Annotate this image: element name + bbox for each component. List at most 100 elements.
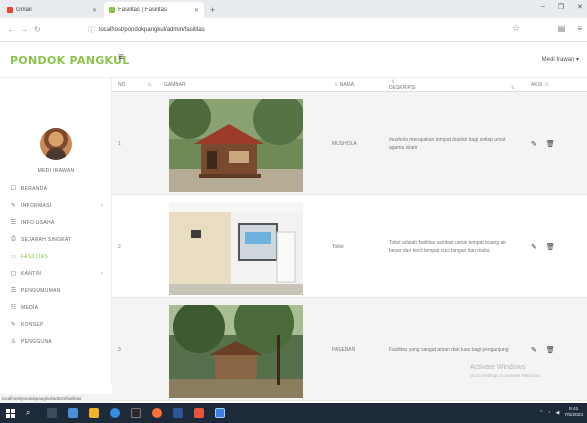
description-cell: Fasilitas yang sangat aman dan luas bagi… xyxy=(389,298,519,401)
sidebar-item-label: BERANDA xyxy=(21,185,48,192)
user-menu[interactable]: Medi Irawan ▾ xyxy=(542,56,579,63)
sidebar-item-label: INFO USAHA xyxy=(21,219,55,226)
facility-name: MUSHOLA xyxy=(332,140,357,147)
sidebar-item-fasilitas[interactable]: ▭ FASILITAS xyxy=(9,248,109,265)
hamburger-menu-icon[interactable]: ≡ xyxy=(118,52,124,63)
status-bar-url: localhost/pondokpangkul/admin/fasilitas xyxy=(0,394,112,403)
delete-icon[interactable]: 🗑 xyxy=(546,140,555,148)
sidebar-item-info-usaha[interactable]: ☰ INFO USAHA xyxy=(9,214,109,231)
edit-icon[interactable]: ✎ xyxy=(531,140,537,148)
chrome-icon[interactable] xyxy=(215,408,225,418)
extensions-icon[interactable]: ▤ xyxy=(558,24,566,33)
sidebar-menu: ☐ BERANDA ✎ INFORMASI › ☰ INFO USAHA ⎙ SEJARAH S… xyxy=(9,180,109,350)
column-header-no[interactable]: NO ⇅ xyxy=(118,82,158,88)
search-icon[interactable]: ⌕ xyxy=(26,408,36,418)
word-icon[interactable] xyxy=(173,408,183,418)
edit-icon[interactable]: ✎ xyxy=(531,243,537,251)
sidebar-item-icon: ♙ xyxy=(10,339,17,345)
file-explorer-icon[interactable] xyxy=(68,408,78,418)
close-tab-icon[interactable]: ✕ xyxy=(92,7,97,14)
sidebar-item-pengguna[interactable]: ♙ PENGGUNA xyxy=(9,333,109,350)
facility-description: Toilet adalah fasilitas sanitasi untuk t… xyxy=(389,239,507,254)
table-row: 1 MUSHOLA mushola merupakan tempat ibada… xyxy=(112,92,587,195)
musholla-photo xyxy=(169,99,303,192)
browser-tab-fasilitas[interactable]: Fasilitas | Fasilitas ✕ xyxy=(104,2,204,18)
sidebar-item-icon: ☰ xyxy=(10,220,17,226)
toolbar-icons: ▤ ≡ xyxy=(558,24,582,33)
sidebar-item-label: FASILITAS xyxy=(21,253,49,260)
reload-icon[interactable]: ↻ xyxy=(32,25,43,34)
window-controls: – ❐ ✕ xyxy=(541,3,583,11)
table-row: 2 Toilet Toilet adalah fasilitas sanitas… xyxy=(112,195,587,298)
tray-chevron-icon[interactable]: ^ xyxy=(540,410,542,416)
sidebar-item-icon: ▭ xyxy=(10,254,17,260)
back-icon[interactable]: ← xyxy=(6,25,17,34)
store-icon[interactable] xyxy=(89,408,99,418)
chevron-right-icon: › xyxy=(100,202,103,209)
new-tab-button[interactable]: + xyxy=(210,5,215,15)
sidebar-item-label: INFORMASI xyxy=(21,202,52,209)
close-tab-icon[interactable]: ✕ xyxy=(194,7,199,14)
system-tray: ^ ◔ ◀ 9:41 7/5/2023 xyxy=(540,407,583,419)
sidebar-item-icon: ☰ xyxy=(10,288,17,294)
sidebar-item-sejarah-singkat[interactable]: ⎙ SEJARAH SINGKAT xyxy=(9,231,109,248)
column-header-nama[interactable]: ⇅ NAMA xyxy=(332,82,392,88)
site-info-icon[interactable]: ⓘ xyxy=(88,25,95,35)
clock[interactable]: 9:41 7/5/2023 xyxy=(564,407,583,419)
forward-icon[interactable]: → xyxy=(19,25,30,34)
sidebar-item-kantin[interactable]: ▢ KANTIN › xyxy=(9,265,109,282)
sidebar: MEDI IRAWAN ☐ BERANDA ✎ INFORMASI › ☰ INFO USA… xyxy=(0,78,112,384)
table-row: 3 PASEBAN Fasilitas yang sangat aman dan… xyxy=(112,298,587,401)
windows-taskbar: ⌕ ^ ◔ ◀ 9:41 7/5/2023 xyxy=(0,403,587,423)
browser-tab-gmail[interactable]: Gmail ✕ xyxy=(2,2,102,18)
sidebar-item-media[interactable]: ☷ MEDIA xyxy=(9,299,109,316)
firefox-icon[interactable] xyxy=(152,408,162,418)
column-header-aksi[interactable]: AKSI ⇅ xyxy=(531,82,581,88)
watermark-subtitle: Go to Settings to activate Windows. xyxy=(470,373,542,378)
facility-description: mushola merupakan tempat ibadah bagi set… xyxy=(389,136,506,151)
close-window-icon[interactable]: ✕ xyxy=(577,3,583,11)
toilet-photo xyxy=(169,202,303,295)
terminal-icon[interactable] xyxy=(131,408,141,418)
sidebar-item-konsep[interactable]: ✎ KONSEP xyxy=(9,316,109,333)
column-header-gambar[interactable]: GAMBAR xyxy=(164,82,304,88)
activate-windows-watermark: Activate Windows Go to Settings to activ… xyxy=(470,364,541,380)
delete-icon[interactable]: 🗑 xyxy=(546,243,555,251)
actions-cell: ✎ 🗑 xyxy=(531,298,581,401)
description-cell: mushola merupakan tempat ibadah bagi set… xyxy=(389,92,519,195)
maximize-icon[interactable]: ❐ xyxy=(558,3,564,11)
sidebar-item-label: KANTIN xyxy=(21,270,42,277)
sidebar-item-pengumuman[interactable]: ☰ PENGUMUMAN xyxy=(9,282,109,299)
sidebar-username: MEDI IRAWAN xyxy=(37,168,75,174)
sidebar-item-beranda[interactable]: ☐ BERANDA xyxy=(9,180,109,197)
sidebar-item-icon: ⎙ xyxy=(10,236,17,242)
sidebar-item-icon: ☐ xyxy=(10,186,17,192)
windows-start-icon[interactable] xyxy=(6,408,15,418)
sidebar-item-label: KONSEP xyxy=(21,321,44,328)
volume-icon[interactable]: ◀ xyxy=(555,410,559,416)
column-header-deskripsi[interactable]: ⇅ DESKRIPSI ⇅ xyxy=(389,79,519,91)
sidebar-item-informasi[interactable]: ✎ INFORMASI › xyxy=(9,197,109,214)
wifi-icon[interactable]: ◔ xyxy=(547,410,550,416)
edit-icon[interactable]: ✎ xyxy=(531,346,537,354)
bookmark-star-icon[interactable]: ☆ xyxy=(512,23,520,34)
sidebar-item-icon: ☷ xyxy=(10,305,17,311)
url-text: localhost/pondokpangkul/admin/fasilitas xyxy=(99,27,205,33)
address-bar[interactable]: ⓘ localhost/pondokpangkul/admin/fasilita… xyxy=(88,22,524,38)
browser-menu-icon[interactable]: ≡ xyxy=(577,24,582,33)
facilities-table: NO ⇅ GAMBAR ⇅ NAMA ⇅ DESKRIPSI ⇅ AKSI ⇅ 1 M… xyxy=(112,78,587,401)
sidebar-item-label: SEJARAH SINGKAT xyxy=(21,236,72,243)
sidebar-item-label: MEDIA xyxy=(21,304,39,311)
edge-icon[interactable] xyxy=(110,408,120,418)
app-header: PONDOK PANGKUL ≡ Medi Irawan ▾ xyxy=(0,42,587,78)
row-number: 3 xyxy=(118,346,121,353)
task-view-icon[interactable] xyxy=(47,408,57,418)
office-icon[interactable] xyxy=(194,408,204,418)
facility-name: Toilet xyxy=(332,243,344,250)
browser-tab-bar: Gmail ✕ Fasilitas | Fasilitas ✕ + – ❐ ✕ xyxy=(0,0,587,18)
delete-icon[interactable]: 🗑 xyxy=(546,346,555,354)
brand-logo[interactable]: PONDOK PANGKUL xyxy=(10,54,130,67)
clock-date: 7/5/2023 xyxy=(564,413,583,418)
sidebar-item-icon: ✎ xyxy=(10,203,17,209)
minimize-icon[interactable]: – xyxy=(541,3,545,11)
